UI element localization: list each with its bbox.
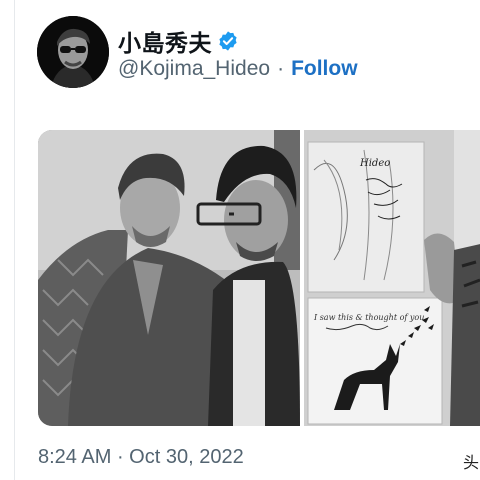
photo-two-men-image <box>38 130 300 426</box>
tweet-media[interactable]: Hideo I saw this & thought of you <box>38 130 480 426</box>
edge-glyph: 头 <box>463 455 480 472</box>
sketch-note-text: I saw this & thought of you <box>313 313 424 322</box>
sketch-name-text: Hideo <box>359 158 390 169</box>
name-row: 小島秀夫 <box>118 24 239 58</box>
handle-separator: · <box>277 57 285 80</box>
tweet-timestamp[interactable]: 8:24 AM · Oct 30, 2022 <box>38 446 244 469</box>
timestamp-separator: · <box>111 446 130 468</box>
profile-avatar[interactable] <box>37 16 109 88</box>
verified-badge-icon <box>219 31 237 51</box>
photo-two-men[interactable] <box>38 130 300 426</box>
follow-button[interactable]: Follow <box>291 57 358 81</box>
display-name[interactable]: 小島秀夫 <box>118 24 212 58</box>
user-handle[interactable]: @Kojima_Hideo <box>118 57 270 81</box>
tweet-time: 8:24 AM <box>38 446 112 468</box>
handle-row: @Kojima_Hideo · Follow <box>118 57 358 81</box>
photo-sketch-artwork[interactable]: Hideo I saw this & thought of you <box>304 130 480 426</box>
tweet-date: Oct 30, 2022 <box>129 446 244 468</box>
avatar-photo <box>37 16 109 88</box>
photo-sketch-artwork-image: Hideo I saw this & thought of you <box>304 130 480 426</box>
